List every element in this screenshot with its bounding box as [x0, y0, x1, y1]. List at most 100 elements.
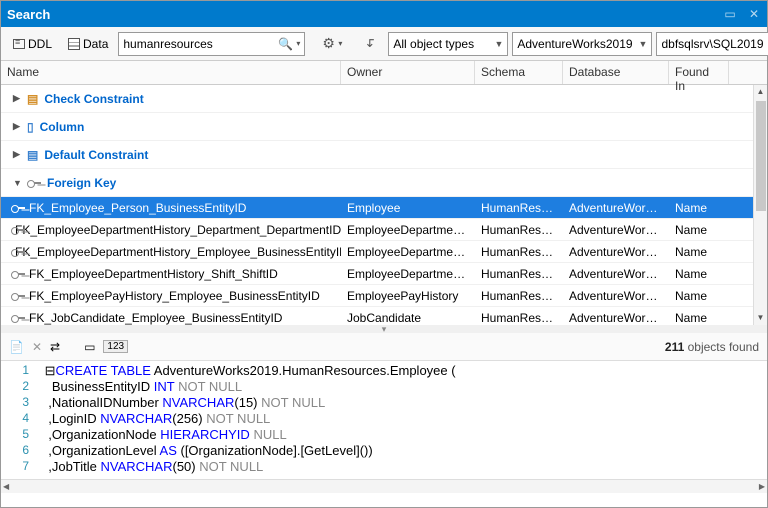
col-header-found[interactable]: Found In: [669, 61, 729, 84]
code-line: ⊟CREATE TABLE AdventureWorks2019.HumanRe…: [41, 363, 767, 379]
chevron-right-icon: ▶: [13, 93, 21, 104]
col-header-owner[interactable]: Owner: [341, 61, 475, 84]
code-line: ,LoginID NVARCHAR(256) NOT NULL: [41, 411, 767, 427]
line-number: 6: [1, 443, 41, 459]
cell-schema: HumanResources: [475, 311, 563, 325]
cell-found: Name: [669, 289, 729, 303]
line-number: 4: [1, 411, 41, 427]
table-row[interactable]: FK_JobCandidate_Employee_BusinessEntityI…: [1, 307, 767, 325]
table-row[interactable]: FK_Employee_Person_BusinessEntityID Empl…: [1, 197, 767, 219]
code-line: BusinessEntityID INT NOT NULL: [41, 379, 767, 395]
scroll-left-icon[interactable]: ◀: [3, 482, 9, 491]
cell-name: FK_Employee_Person_BusinessEntityID: [29, 201, 246, 215]
code-line: ,OrganizationLevel AS ([OrganizationNode…: [41, 443, 767, 459]
results-tree: ▶ ▤ Check Constraint ▶ ▯ Column ▶ ▤ Defa…: [1, 85, 767, 325]
group-label: Column: [40, 120, 85, 134]
chevron-right-icon: ▶: [13, 121, 21, 132]
cell-found: Name: [669, 245, 729, 259]
scroll-right-icon[interactable]: ▶: [759, 482, 765, 491]
table-row[interactable]: FK_EmployeeDepartmentHistory_Shift_Shift…: [1, 263, 767, 285]
scroll-thumb[interactable]: [756, 101, 766, 211]
col-header-database[interactable]: Database: [563, 61, 669, 84]
search-caret[interactable]: ▾: [296, 39, 300, 48]
cell-found: Name: [669, 201, 729, 215]
table-row[interactable]: FK_EmployeePayHistory_Employee_BusinessE…: [1, 285, 767, 307]
ddl-toggle[interactable]: DDL: [7, 33, 58, 55]
data-label: Data: [83, 37, 108, 51]
script-icon[interactable]: ▭: [84, 340, 95, 354]
group-check-constraint[interactable]: ▶ ▤ Check Constraint: [1, 85, 767, 113]
code-preview: 1 ⊟CREATE TABLE AdventureWorks2019.Human…: [1, 361, 767, 479]
cell-db: AdventureWorks2019: [563, 289, 669, 303]
title-bar: Search ▭ ✕: [1, 1, 767, 27]
window-title: Search: [7, 7, 50, 22]
cell-db: AdventureWorks2019: [563, 311, 669, 325]
cell-found: Name: [669, 311, 729, 325]
chevron-down-icon: ▼: [639, 39, 648, 49]
cell-owner: EmployeeDepartmentHistory: [341, 245, 475, 259]
search-icon[interactable]: 🔍: [278, 37, 293, 51]
key-icon: [11, 270, 25, 278]
ddl-label: DDL: [28, 37, 52, 51]
settings-button[interactable]: ▾: [317, 34, 348, 54]
scroll-down-icon[interactable]: ▼: [754, 311, 767, 325]
group-label: Check Constraint: [44, 92, 143, 106]
line-number: 3: [1, 395, 41, 411]
cell-db: AdventureWorks2019: [563, 245, 669, 259]
delete-icon[interactable]: ✕: [32, 340, 42, 354]
search-box[interactable]: 🔍 ▾: [118, 32, 305, 56]
cell-name: FK_JobCandidate_Employee_BusinessEntityI…: [29, 311, 282, 325]
line-number: 1: [1, 363, 41, 379]
indent-icon[interactable]: ⇄: [50, 340, 60, 354]
minimize-icon[interactable]: ▭: [723, 7, 737, 21]
object-type-dropdown[interactable]: All object types ▼: [388, 32, 508, 56]
cell-owner: Employee: [341, 201, 475, 215]
key-icon: [11, 314, 25, 322]
server-dropdown[interactable]: dbfsqlsrv\SQL2019 ▼: [656, 32, 768, 56]
database-label: AdventureWorks2019: [517, 37, 632, 51]
gear-icon: [323, 38, 335, 50]
col-header-name[interactable]: Name: [1, 61, 341, 84]
line-number: 2: [1, 379, 41, 395]
ddl-icon: [13, 38, 25, 50]
key-icon: [11, 292, 25, 300]
chevron-down-icon: ▼: [494, 39, 503, 49]
column-header-row: Name Owner Schema Database Found In: [1, 61, 767, 85]
cell-db: AdventureWorks2019: [563, 267, 669, 281]
line-number: 5: [1, 427, 41, 443]
search-input[interactable]: [123, 37, 278, 51]
database-dropdown[interactable]: AdventureWorks2019 ▼: [512, 32, 652, 56]
horizontal-scrollbar[interactable]: ◀ ▶: [1, 479, 767, 493]
group-column[interactable]: ▶ ▯ Column: [1, 113, 767, 141]
key-icon: [11, 204, 25, 212]
data-toggle[interactable]: Data: [62, 33, 114, 55]
cell-db: AdventureWorks2019: [563, 201, 669, 215]
splitter[interactable]: ▾: [1, 325, 767, 333]
col-header-schema[interactable]: Schema: [475, 61, 563, 84]
cell-schema: HumanResources: [475, 223, 563, 237]
cell-schema: HumanResources: [475, 245, 563, 259]
jump-icon: [366, 38, 378, 50]
grid-icon[interactable]: 123: [103, 340, 128, 353]
data-icon: [68, 38, 80, 50]
group-default-constraint[interactable]: ▶ ▤ Default Constraint: [1, 141, 767, 169]
result-count: 211 objects found: [665, 340, 759, 354]
stop-button[interactable]: [360, 34, 384, 54]
group-foreign-key[interactable]: ▼ Foreign Key: [1, 169, 767, 197]
scroll-up-icon[interactable]: ▲: [754, 85, 767, 99]
server-label: dbfsqlsrv\SQL2019: [661, 37, 763, 51]
cell-schema: HumanResources: [475, 289, 563, 303]
col-header-spacer: [729, 61, 743, 84]
close-icon[interactable]: ✕: [747, 7, 761, 21]
table-row[interactable]: FK_EmployeeDepartmentHistory_Employee_Bu…: [1, 241, 767, 263]
cell-owner: EmployeeDepartmentHistory: [341, 223, 475, 237]
table-row[interactable]: FK_EmployeeDepartmentHistory_Department_…: [1, 219, 767, 241]
cell-name: FK_EmployeeDepartmentHistory_Department_…: [15, 223, 341, 237]
cell-found: Name: [669, 267, 729, 281]
chevron-right-icon: ▶: [13, 149, 21, 160]
vertical-scrollbar[interactable]: ▲ ▼: [753, 85, 767, 325]
copy-icon[interactable]: 📄: [9, 340, 24, 354]
bottom-toolbar: 📄 ✕ ⇄ ▭ 123 211 objects found: [1, 333, 767, 361]
code-line: ,JobTitle NVARCHAR(50) NOT NULL: [41, 459, 767, 475]
cell-schema: HumanResources: [475, 201, 563, 215]
